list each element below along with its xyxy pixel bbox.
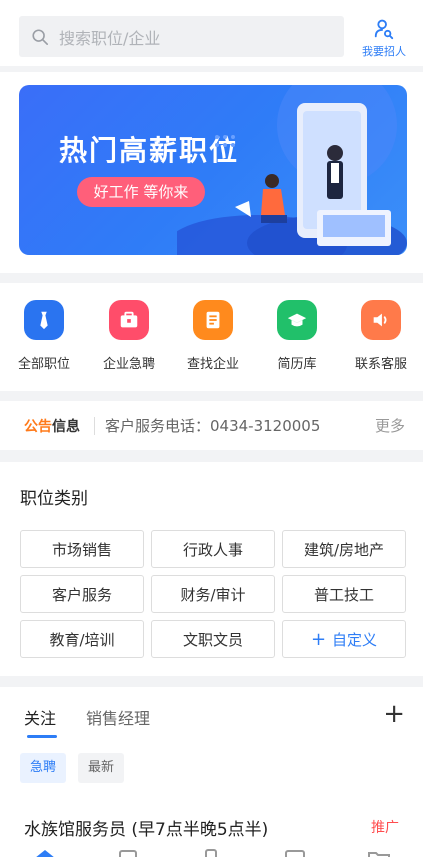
tab-following[interactable]: 关注 <box>24 705 56 729</box>
quick-item-urgent-hiring[interactable]: 企业急聘 <box>94 300 164 372</box>
banner-illustration <box>177 85 407 255</box>
recruit-button[interactable]: 我要招人 <box>361 16 407 59</box>
document-nav-icon[interactable] <box>198 846 224 857</box>
quick-item-label: 企业急聘 <box>102 357 155 372</box>
filter-group: 急聘 最新 <box>20 753 125 783</box>
category-button[interactable]: 建筑/房地产 <box>282 530 406 568</box>
custom-category-label: 自定义 <box>332 630 378 649</box>
quick-item-label: 查找企业 <box>186 357 239 372</box>
notice-brand: 公告信息 <box>24 416 80 436</box>
quick-entries: 全部职位 企业急聘 查找企业 简历库 联系客服 <box>0 283 423 391</box>
briefcase-icon <box>109 300 149 340</box>
tab-sales-manager[interactable]: 销售经理 <box>86 705 150 729</box>
search-placeholder: 搜索职位/企业 <box>59 28 161 48</box>
speaker-icon <box>361 300 401 340</box>
quick-item-all-jobs[interactable]: 全部职位 <box>9 300 79 372</box>
message-nav-icon[interactable] <box>282 846 308 857</box>
promoted-badge: 推广 <box>371 820 399 836</box>
category-button[interactable]: 行政人事 <box>151 530 275 568</box>
quick-item-resume-library[interactable]: 简历库 <box>262 300 332 372</box>
notice-more-link[interactable]: 更多 <box>375 415 405 436</box>
notice-brand-part1: 公告 <box>24 418 52 435</box>
category-button[interactable]: 财务/审计 <box>151 575 275 613</box>
category-grid: 市场销售 行政人事 建筑/房地产 客户服务 财务/审计 普工技工 教育/培训 文… <box>20 530 406 658</box>
category-button[interactable]: 客户服务 <box>20 575 144 613</box>
quick-item-find-company[interactable]: 查找企业 <box>178 300 248 372</box>
job-category-section: 职位类别 市场销售 行政人事 建筑/房地产 客户服务 财务/审计 普工技工 教育… <box>0 462 423 676</box>
category-button[interactable]: 市场销售 <box>20 530 144 568</box>
search-input[interactable]: 搜索职位/企业 <box>19 16 344 57</box>
category-button[interactable]: 文职文员 <box>151 620 275 658</box>
category-title: 职位类别 <box>20 489 88 509</box>
banner-section: 热门高薪职位 好工作 等你来 <box>0 72 423 273</box>
tie-icon <box>24 300 64 340</box>
notice-divider <box>94 416 95 435</box>
folder-nav-icon[interactable] <box>366 846 392 857</box>
active-tab-indicator <box>27 735 57 738</box>
graduation-cap-icon <box>277 300 317 340</box>
briefcase-nav-icon[interactable] <box>115 846 141 857</box>
custom-category-button[interactable]: + 自定义 <box>282 620 406 658</box>
job-title[interactable]: 水族馆服务员 (早7点半晚5点半) <box>24 815 268 840</box>
job-feed-section: 关注 销售经理 + 急聘 最新 水族馆服务员 (早7点半晚5点半) 推广 <box>0 687 423 857</box>
filter-urgent[interactable]: 急聘 <box>20 753 67 783</box>
category-button[interactable]: 教育/培训 <box>20 620 144 658</box>
notice-brand-part2: 信息 <box>52 418 80 435</box>
home-icon[interactable] <box>32 846 58 857</box>
notice-bar[interactable]: 公告信息 客户服务电话：0434-3120005 更多 <box>0 401 423 450</box>
category-button[interactable]: 普工技工 <box>282 575 406 613</box>
plus-icon: + <box>310 628 327 650</box>
user-search-icon <box>374 19 394 40</box>
quick-item-label: 联系客服 <box>354 357 407 372</box>
quick-item-contact-service[interactable]: 联系客服 <box>346 300 416 372</box>
building-icon <box>193 300 233 340</box>
recruit-label: 我要招人 <box>362 45 406 58</box>
header: 搜索职位/企业 我要招人 <box>0 0 423 66</box>
promo-banner[interactable]: 热门高薪职位 好工作 等你来 <box>19 85 407 255</box>
filter-latest[interactable]: 最新 <box>78 753 125 783</box>
bottom-nav <box>0 843 423 857</box>
notice-text: 客户服务电话：0434-3120005 <box>105 417 321 435</box>
search-icon <box>32 28 49 45</box>
quick-item-label: 全部职位 <box>17 357 70 372</box>
add-tab-button[interactable]: + <box>383 699 405 729</box>
quick-item-label: 简历库 <box>277 357 317 372</box>
